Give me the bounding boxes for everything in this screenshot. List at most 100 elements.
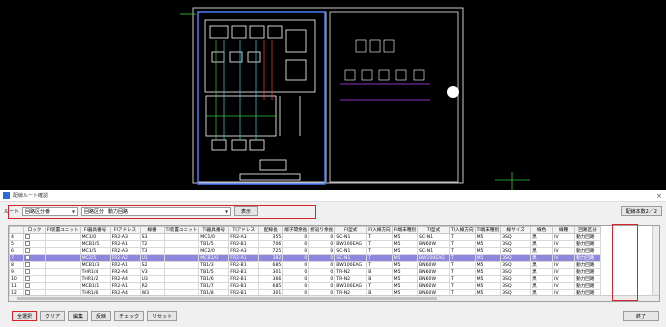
- table-row[interactable]: 9 THR1/4 FR2-A4 V3 TB1/5 FR2-B1 301 0 0 TR-N2 B M5 B…: [9, 268, 602, 276]
- column-header[interactable]: TI端末種別: [474, 226, 502, 234]
- end-button[interactable]: 終了: [623, 311, 659, 321]
- table-cell[interactable]: TR-N2: [334, 275, 368, 283]
- horizontal-scrollbar[interactable]: [9, 295, 659, 301]
- table-cell[interactable]: MCB1/3: [79, 261, 111, 269]
- table-cell[interactable]: FR2-A4: [109, 268, 141, 276]
- table-cell[interactable]: [45, 282, 81, 290]
- table-cell[interactable]: TB1/7: [198, 282, 230, 290]
- table-cell[interactable]: SC-N1: [417, 233, 451, 241]
- table-cell[interactable]: U1: [139, 254, 165, 262]
- table-cell[interactable]: [45, 268, 81, 276]
- table-cell[interactable]: BN60W: [417, 268, 451, 276]
- table-cell[interactable]: 3SQ: [500, 275, 532, 283]
- table-cell[interactable]: 黒: [530, 233, 554, 241]
- table-cell[interactable]: M5: [474, 233, 502, 241]
- table-cell[interactable]: S2: [139, 261, 165, 269]
- table-cell[interactable]: BW100EAG: [334, 240, 368, 248]
- table-cell[interactable]: 動力回路: [574, 247, 602, 255]
- checkbox-icon[interactable]: [25, 269, 30, 274]
- table-cell[interactable]: 動力回路: [574, 261, 602, 269]
- table-cell[interactable]: [163, 247, 200, 255]
- table-row[interactable]: 5 MCB1/5 FR2-A1 T2 TB1/5 FR2-B1 706 0 0 BW100EAG T…: [9, 240, 602, 248]
- table-cell[interactable]: U3: [139, 275, 165, 283]
- table-cell[interactable]: [45, 247, 81, 255]
- table-cell[interactable]: 動力回路: [574, 233, 602, 241]
- table-cell[interactable]: 黒: [530, 268, 554, 276]
- table-cell[interactable]: M5: [474, 282, 502, 290]
- table-cell[interactable]: 黒: [530, 275, 554, 283]
- table-cell[interactable]: M5: [474, 240, 502, 248]
- table-cell[interactable]: FR2-B1: [228, 282, 260, 290]
- table-cell[interactable]: [163, 268, 200, 276]
- table-cell[interactable]: M5: [391, 254, 419, 262]
- reset-button[interactable]: リセット: [147, 311, 178, 321]
- lock-checkbox[interactable]: [23, 275, 46, 283]
- table-cell[interactable]: MC2/0: [198, 247, 230, 255]
- checkbox-icon[interactable]: [25, 283, 30, 288]
- table-cell[interactable]: 3SQ: [500, 247, 532, 255]
- table-cell[interactable]: MC2/5: [79, 254, 111, 262]
- table-cell[interactable]: IV: [552, 254, 576, 262]
- table-cell[interactable]: FR2-A1: [228, 254, 260, 262]
- column-header[interactable]: TI装置ユニット: [163, 226, 200, 234]
- table-cell[interactable]: [45, 254, 81, 262]
- table-cell[interactable]: 3SQ: [500, 240, 532, 248]
- table-cell[interactable]: M5: [474, 254, 502, 262]
- table-cell[interactable]: 706: [258, 240, 284, 248]
- column-header[interactable]: 配線長: [258, 226, 284, 234]
- table-cell[interactable]: V3: [139, 268, 165, 276]
- table-cell[interactable]: M5: [474, 268, 502, 276]
- checkbox-icon[interactable]: [25, 262, 30, 267]
- table-cell[interactable]: 動力回路: [574, 254, 602, 262]
- table-cell[interactable]: IV: [552, 268, 576, 276]
- checkbox-icon[interactable]: [25, 234, 30, 239]
- table-row[interactable]: 10 THR1/2 FR2-A4 U3 TB1/6 FR2-B1 366 0 0 TR-N2 B M5…: [9, 275, 602, 283]
- table-cell[interactable]: FR2-A1: [109, 261, 141, 269]
- table-cell[interactable]: 動力回路: [574, 268, 602, 276]
- table-row[interactable]: 8 MCB1/3 FR2-A1 S2 TB1/3 FR2-B1 685 0 0 BW100EAG T…: [9, 261, 602, 269]
- checkbox-icon[interactable]: [25, 248, 30, 253]
- table-cell[interactable]: 0: [282, 240, 310, 248]
- table-cell[interactable]: TB1/6: [198, 275, 230, 283]
- table-cell[interactable]: 0: [282, 275, 310, 283]
- table-cell[interactable]: MC1/0: [79, 233, 111, 241]
- lock-checkbox[interactable]: [23, 254, 46, 262]
- table-cell[interactable]: 3SQ: [500, 261, 532, 269]
- table-cell[interactable]: 725: [258, 247, 284, 255]
- table-cell[interactable]: FR2-A3: [109, 233, 141, 241]
- table-cell[interactable]: 黒: [530, 240, 554, 248]
- table-cell[interactable]: FR2-A4: [109, 275, 141, 283]
- column-header[interactable]: TI型式: [417, 226, 451, 234]
- table-cell[interactable]: [163, 275, 200, 283]
- table-cell[interactable]: FR2-B1: [228, 240, 260, 248]
- table-cell[interactable]: M5: [474, 247, 502, 255]
- column-header[interactable]: TIアドレス: [228, 226, 260, 234]
- table-cell[interactable]: S3: [139, 233, 165, 241]
- table-cell[interactable]: B: [366, 268, 393, 276]
- column-header[interactable]: FI器具番号: [79, 226, 111, 234]
- table-cell[interactable]: 0: [308, 275, 336, 283]
- lock-checkbox[interactable]: [23, 240, 46, 248]
- table-cell[interactable]: 黒: [530, 254, 554, 262]
- table-cell[interactable]: [45, 233, 81, 241]
- column-header[interactable]: FI装置ユニット: [45, 226, 81, 234]
- table-cell[interactable]: [163, 254, 200, 262]
- column-header[interactable]: 線番: [139, 226, 165, 234]
- table-row[interactable]: 11 MCB1/1 FR2-A1 R2 TB1/7 FR2-B1 685 0 0 BW100EAG…: [9, 282, 602, 290]
- table-cell[interactable]: M5: [391, 275, 419, 283]
- table-cell[interactable]: 3SQ: [500, 233, 532, 241]
- table-cell[interactable]: 0: [308, 247, 336, 255]
- table-cell[interactable]: MC1/5: [79, 247, 111, 255]
- table-cell[interactable]: BN60W: [417, 240, 451, 248]
- table-row[interactable]: 6 MC1/5 FR2-A3 T3 MC2/0 FR2-A3 725 0 0 SC-N1 T M5 SC…: [9, 247, 602, 255]
- table-cell[interactable]: [45, 240, 81, 248]
- table-cell[interactable]: 0: [282, 268, 310, 276]
- table-cell[interactable]: 0: [308, 254, 336, 262]
- table-cell[interactable]: THR1/2: [79, 275, 111, 283]
- table-cell[interactable]: TB1/5: [198, 240, 230, 248]
- close-icon[interactable]: ×: [652, 192, 666, 200]
- table-cell[interactable]: 0: [308, 261, 336, 269]
- edit-button[interactable]: 編集: [68, 311, 89, 321]
- vertical-scrollbar[interactable]: [652, 226, 659, 301]
- table-cell[interactable]: [163, 240, 200, 248]
